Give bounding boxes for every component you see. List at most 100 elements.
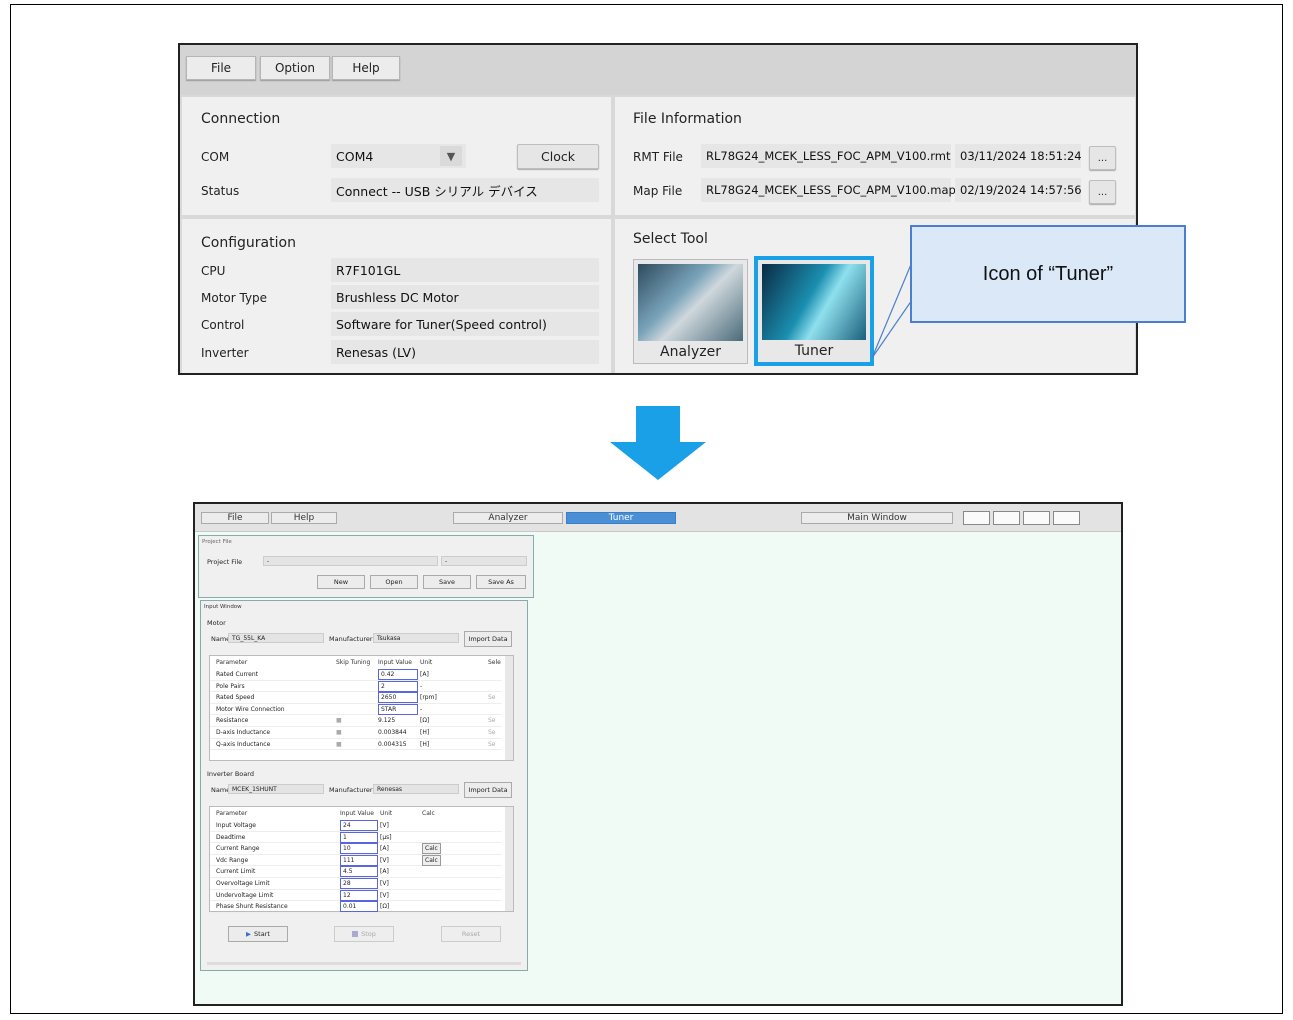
configuration-title: Configuration xyxy=(201,235,296,251)
menu-bar: File Option Help xyxy=(180,45,1136,95)
stop-button[interactable]: Stop xyxy=(334,926,394,942)
configuration-panel: Configuration CPU R7F101GL Motor Type Br… xyxy=(182,219,611,373)
motor-manufacturer-field[interactable]: Tsukasa xyxy=(373,633,459,643)
table-cell[interactable]: 9.125 xyxy=(378,715,395,726)
motor-manufacturer-label: Manufacturer xyxy=(329,635,373,643)
scrollbar[interactable] xyxy=(505,807,513,911)
input-window: Input Window Motor Name TG_55L_KA Manufa… xyxy=(200,600,528,971)
stop-icon xyxy=(352,931,359,937)
rmt-file-name: RL78G24_MCEK_LESS_FOC_APM_V100.rmt xyxy=(701,144,951,168)
table-cell: ■ xyxy=(336,729,342,736)
com-select[interactable]: COM4 ▼ xyxy=(331,144,466,168)
table-cell[interactable]: 4.5 xyxy=(340,866,378,878)
table-cell: [μs] xyxy=(380,833,392,841)
menu-help[interactable]: Help xyxy=(332,56,400,80)
table-cell: [V] xyxy=(380,880,389,887)
clock-button[interactable]: Clock xyxy=(517,144,599,169)
rmt-browse-button[interactable]: ... xyxy=(1089,146,1116,170)
new-button[interactable]: New xyxy=(317,575,365,589)
table-cell[interactable]: 0.004315 xyxy=(378,739,407,750)
main-window-button[interactable]: Main Window xyxy=(801,512,953,524)
table-cell[interactable]: 111 xyxy=(340,854,378,866)
table-row: Overvoltage Limit 28 [V] xyxy=(210,878,502,890)
table-cell[interactable]: 0.01 xyxy=(340,901,378,913)
table-row: Rated Speed 2650 [rpm] Se xyxy=(210,692,502,704)
table-cell[interactable]: 0.003844 xyxy=(378,727,407,738)
tab-analyzer[interactable]: Analyzer xyxy=(453,512,563,524)
table-cell[interactable]: 0.42 xyxy=(378,669,418,680)
calc-button[interactable]: Calc xyxy=(422,854,441,866)
com-label: COM xyxy=(201,150,230,164)
table-cell[interactable]: 28 xyxy=(340,878,378,889)
scrollbar[interactable] xyxy=(505,656,513,760)
calc-button[interactable]: Calc xyxy=(422,843,441,855)
inverter-parameter-table: Parameter Input Value Unit Calc Input Voltag… xyxy=(209,806,514,913)
inverter-import-button[interactable]: Import Data xyxy=(464,782,512,798)
layout-vertical-icon[interactable] xyxy=(1053,511,1080,525)
table-cell: - xyxy=(420,682,423,690)
project-file-value2: - xyxy=(441,556,527,566)
down-arrow-icon xyxy=(610,406,706,480)
table-row: Resistance ■ 9.125 [Ω] Se xyxy=(210,715,502,727)
cpu-value: R7F101GL xyxy=(331,258,599,282)
layout-cascade-icon[interactable] xyxy=(993,511,1020,525)
layout-buttons xyxy=(963,511,1081,525)
save-button[interactable]: Save xyxy=(423,575,471,589)
table-row: Input Voltage 24 [V] xyxy=(210,820,502,832)
layout-grid-icon[interactable] xyxy=(963,511,990,525)
project-file-window: Project File Project File - - New Open S… xyxy=(198,535,534,598)
table-cell: Undervoltage Limit xyxy=(216,891,274,899)
layout-horizontal-icon[interactable] xyxy=(1023,511,1050,525)
table-cell[interactable]: 2650 xyxy=(378,692,418,704)
open-button[interactable]: Open xyxy=(370,575,418,589)
motor-type-value: Brushless DC Motor xyxy=(331,285,599,309)
motor-import-button[interactable]: Import Data xyxy=(464,631,512,647)
table-row: Pole Pairs 2- xyxy=(210,680,502,693)
table-cell: Rated Current xyxy=(216,671,259,678)
tuner-menu-file[interactable]: File xyxy=(201,512,269,524)
table-cell[interactable]: 24 xyxy=(340,820,378,831)
table-cell: [H] xyxy=(420,729,430,736)
table-header-cell: Parameter xyxy=(216,659,248,666)
play-icon: ▶ xyxy=(246,930,252,938)
table-header-cell: Unit xyxy=(420,659,433,666)
map-file-date: 02/19/2024 14:57:56 xyxy=(955,178,1082,202)
inverter-name-field[interactable]: MCEK_1SHUNT xyxy=(228,784,324,794)
table-cell: [V] xyxy=(380,891,389,899)
table-cell[interactable]: 10 xyxy=(340,843,378,855)
motor-section-title: Motor xyxy=(207,619,226,627)
menu-option[interactable]: Option xyxy=(260,56,330,80)
tuner-menu-help[interactable]: Help xyxy=(271,512,337,524)
table-cell: - xyxy=(420,705,423,713)
file-info-title: File Information xyxy=(633,111,742,127)
table-row: Current Range 10 [A] Calc xyxy=(210,843,502,855)
table-cell[interactable]: 1 xyxy=(340,831,378,843)
tuner-tool[interactable]: Tuner xyxy=(754,256,874,366)
save-as-button[interactable]: Save As xyxy=(476,575,526,589)
table-cell: Se xyxy=(488,740,496,748)
analyzer-tool[interactable]: Analyzer xyxy=(633,259,748,364)
start-button[interactable]: ▶ Start xyxy=(228,926,288,942)
table-cell: [V] xyxy=(380,822,389,829)
motor-name-field[interactable]: TG_55L_KA xyxy=(228,633,324,643)
table-header-cell: Parameter xyxy=(216,810,248,817)
table-cell: Rated Speed xyxy=(216,694,255,702)
map-browse-button[interactable]: ... xyxy=(1089,180,1116,204)
rmt-file-date: 03/11/2024 18:51:24 xyxy=(955,144,1082,168)
table-cell[interactable]: 12 xyxy=(340,889,378,901)
table-cell: [A] xyxy=(380,845,389,853)
table-cell: Phase Shunt Resistance xyxy=(216,903,288,911)
com-value: COM4 xyxy=(336,148,374,164)
table-row: Undervoltage Limit 12 [V] xyxy=(210,889,502,902)
table-cell: Current Range xyxy=(216,845,260,853)
reset-button[interactable]: Reset xyxy=(441,926,501,942)
table-cell: Q-axis Inductance xyxy=(216,740,271,748)
table-cell[interactable]: STAR xyxy=(378,703,418,715)
project-file-label: Project File xyxy=(207,558,243,566)
tab-tuner[interactable]: Tuner xyxy=(566,512,676,524)
inverter-manufacturer-field[interactable]: Renesas xyxy=(373,784,459,794)
status-strip xyxy=(207,962,521,965)
table-cell[interactable]: 2 xyxy=(378,680,418,692)
menu-file[interactable]: File xyxy=(186,56,256,80)
table-header-cell: Sele xyxy=(488,659,501,666)
